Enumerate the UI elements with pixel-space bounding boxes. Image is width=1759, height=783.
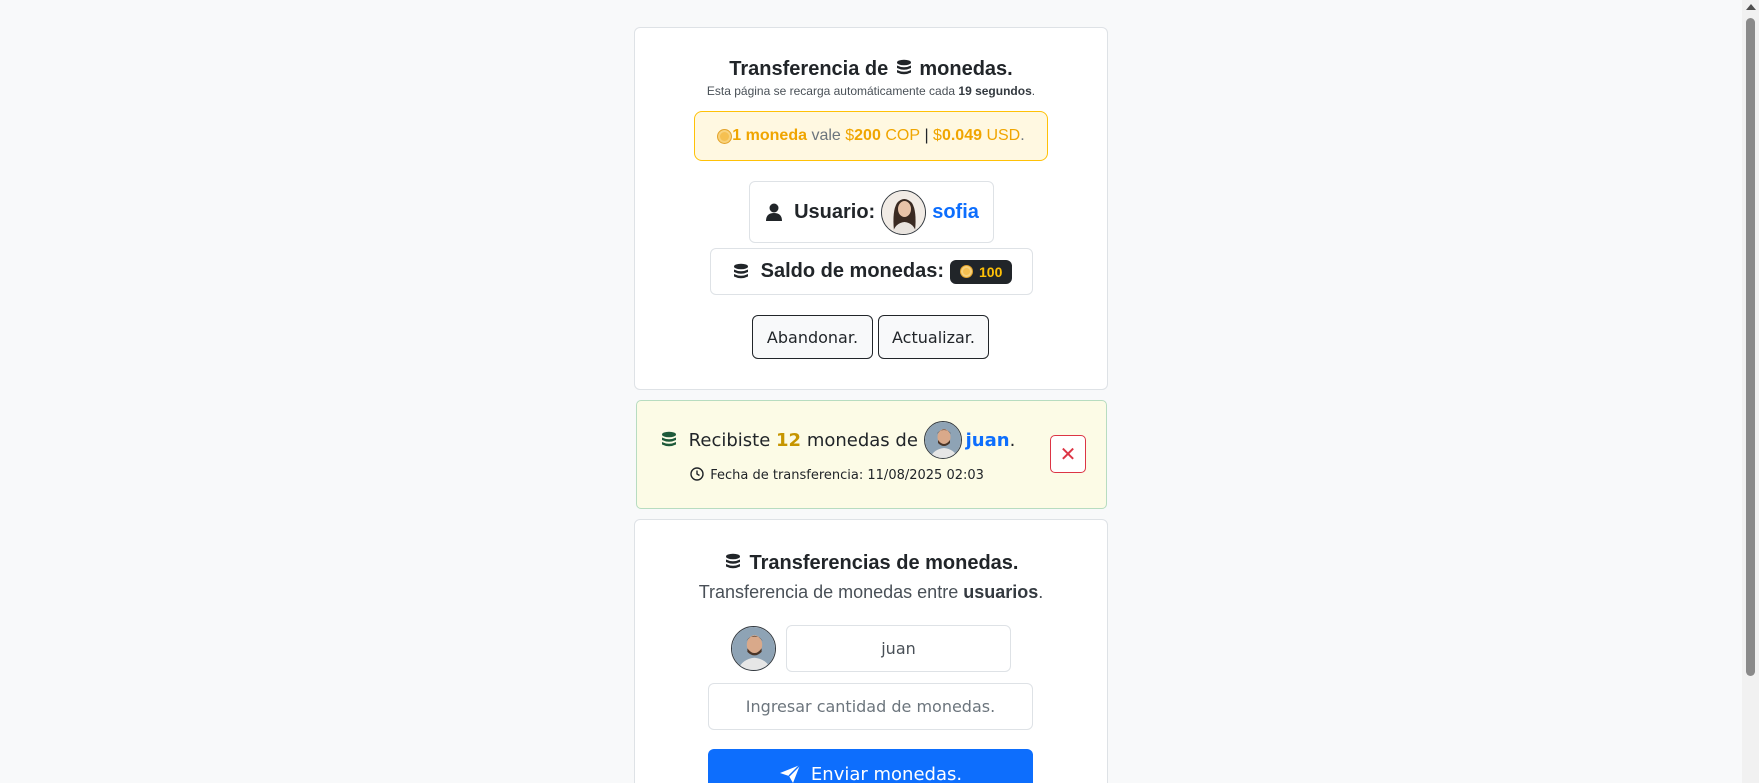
- update-button[interactable]: Actualizar.: [878, 315, 989, 359]
- balance-card: Transferencia de monedas. Esta página se…: [634, 27, 1108, 390]
- user-info: Usuario: sofia: [749, 181, 994, 243]
- sender-name-link[interactable]: juan: [966, 430, 1010, 451]
- send-coins-button[interactable]: Enviar monedas.: [708, 749, 1033, 783]
- page-title: Transferencia de monedas.: [729, 58, 1013, 80]
- page-scrollbar[interactable]: [1742, 0, 1759, 783]
- close-alert-button[interactable]: ✕: [1050, 435, 1086, 473]
- close-icon: ✕: [1059, 443, 1077, 466]
- coin-icon: [717, 128, 733, 144]
- amount-input[interactable]: Ingresar cantidad de monedas.: [708, 683, 1033, 730]
- send-icon: [779, 764, 801, 783]
- abandon-button[interactable]: Abandonar.: [752, 315, 873, 359]
- recipient-avatar: [731, 626, 776, 671]
- coin-balance: Saldo de monedas: 100: [710, 248, 1033, 295]
- coins-icon: [733, 263, 748, 278]
- sender-avatar: [923, 421, 962, 459]
- exchange-rate-box: 1 moneda vale $200 COP | $0.049 USD.: [694, 111, 1048, 161]
- user-avatar: [881, 189, 927, 235]
- transfer-date: Fecha de transferencia: 11/08/2025 02:03: [637, 467, 1037, 483]
- coins-icon: [896, 59, 911, 75]
- coins-icon: [661, 431, 676, 447]
- received-message: Recibiste 12 monedas de juan.: [637, 421, 1037, 459]
- transfer-title: Transferencias de monedas.: [635, 552, 1107, 575]
- coin-icon: [960, 265, 973, 278]
- coins-icon: [726, 553, 741, 569]
- reload-notice: Esta página se recarga automáticamente c…: [706, 84, 1036, 98]
- received-coins-alert: Recibiste 12 monedas de juan. Fecha de t…: [636, 400, 1107, 509]
- balance-badge: 100: [950, 259, 1013, 284]
- recipient-input[interactable]: juan: [786, 625, 1011, 672]
- user-name-link[interactable]: sofia: [932, 201, 979, 224]
- transfer-card: Transferencias de monedas. Transferencia…: [634, 519, 1108, 783]
- scroll-thumb[interactable]: [1746, 18, 1755, 676]
- clock-icon: [690, 467, 704, 481]
- scroll-up-arrow[interactable]: [1746, 4, 1756, 10]
- person-icon: [766, 203, 783, 221]
- transfer-subtitle: Transferencia de monedas entre usuarios.: [698, 582, 1044, 602]
